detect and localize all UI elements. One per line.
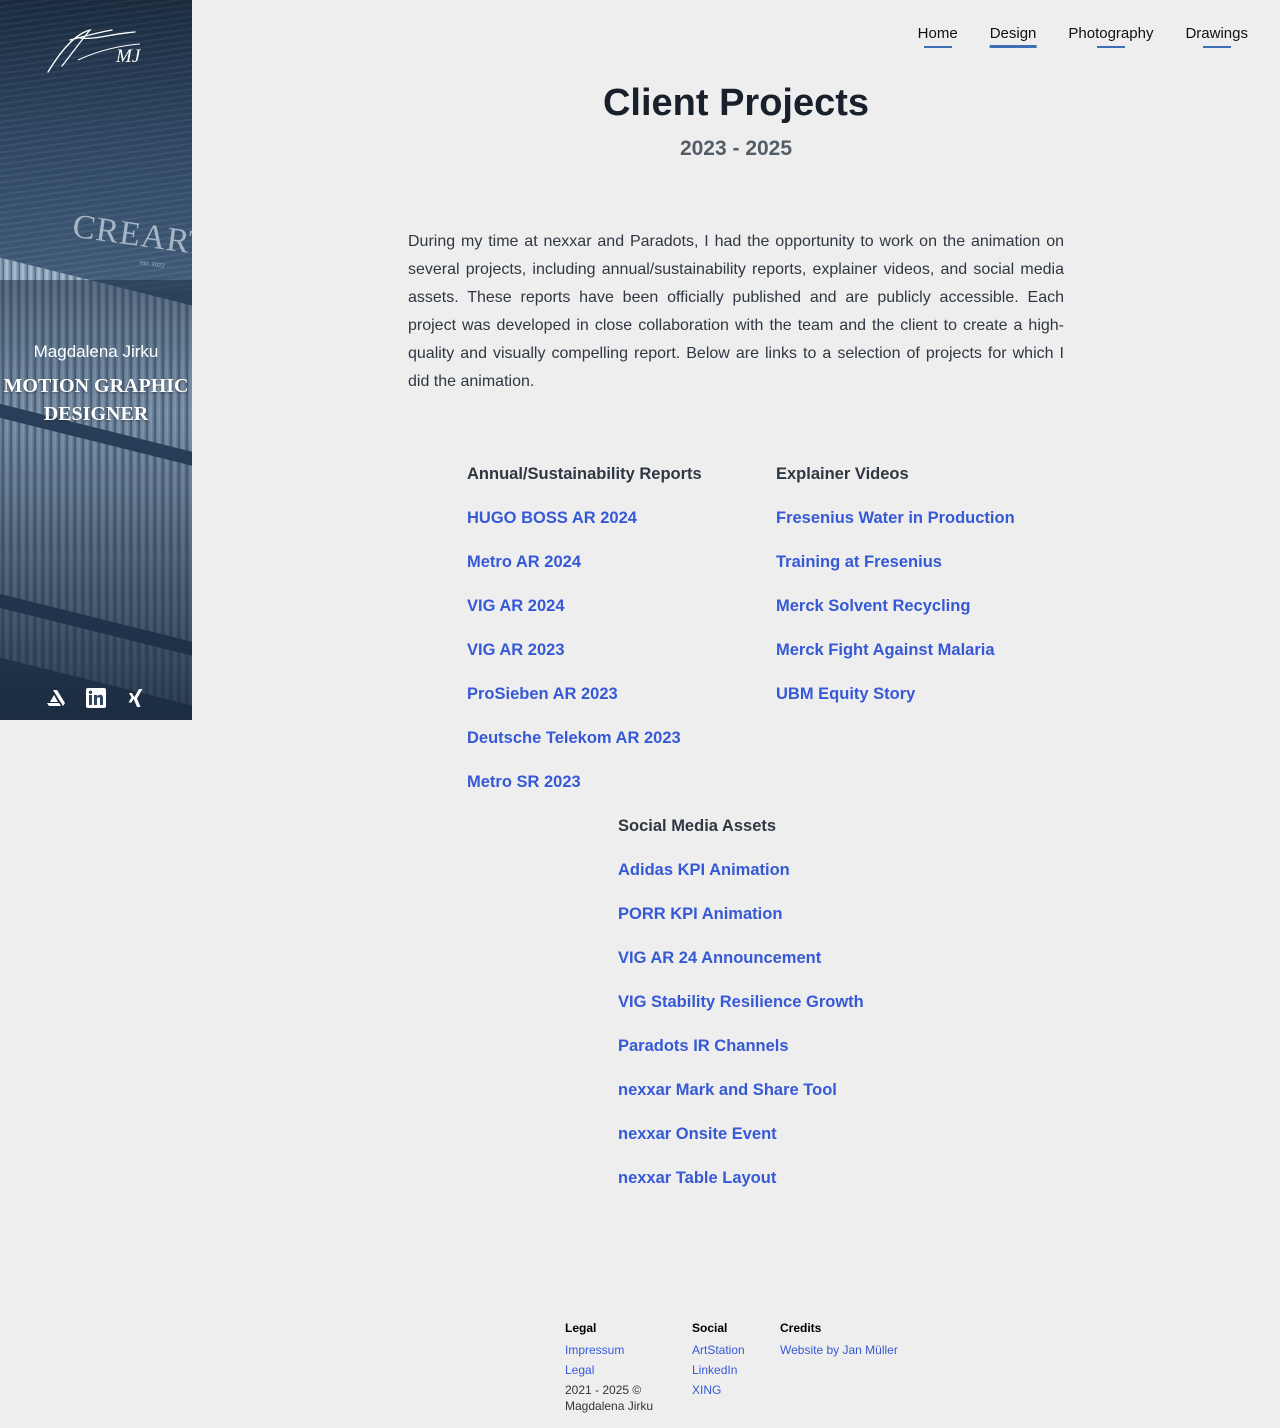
project-link[interactable]: nexxar Mark and Share Tool [618, 1078, 864, 1122]
footer-link-legal[interactable]: Legal [565, 1360, 692, 1380]
project-link[interactable]: UBM Equity Story [776, 682, 1015, 726]
footer-link-artstation[interactable]: ArtStation [692, 1340, 780, 1360]
project-link[interactable]: HUGO BOSS AR 2024 [467, 506, 702, 550]
designer-role-text: MOTION GRAPHIC DESIGNER [3, 375, 189, 425]
footer-link-impressum[interactable]: Impressum [565, 1340, 692, 1360]
project-link[interactable]: VIG AR 24 Announcement [618, 946, 864, 990]
copyright-text: 2021 - 2025 © Magdalena Jirku [565, 1383, 654, 1413]
nav-photography[interactable]: Photography [1068, 25, 1153, 48]
main-nav: Home Design Photography Drawings [918, 25, 1248, 48]
footer-credits-column: Credits Website by Jan Müller [780, 1320, 898, 1414]
project-link[interactable]: Fresenius Water in Production [776, 506, 1015, 550]
project-link[interactable]: PORR KPI Animation [618, 902, 864, 946]
project-link[interactable]: Deutsche Telekom AR 2023 [467, 726, 702, 770]
intro-paragraph: During my time at nexxar and Paradots, I… [408, 233, 1064, 390]
footer-social-column: Social ArtStation LinkedIn XING [692, 1320, 780, 1414]
project-link[interactable]: Metro SR 2023 [467, 770, 702, 814]
social-media-section: Social Media Assets Adidas KPI Animation… [618, 814, 864, 1210]
designer-role: MOTION GRAPHIC DESIGNER [0, 372, 192, 428]
reports-section: Annual/Sustainability Reports HUGO BOSS … [467, 462, 702, 814]
signature-logo[interactable]: MJ [40, 22, 150, 78]
nav-home[interactable]: Home [918, 25, 958, 48]
svg-text:MJ: MJ [115, 46, 142, 67]
sidebar: CREARTI est. 2022 MJ Magdalena Jirku MOT… [0, 0, 192, 720]
project-link[interactable]: nexxar Table Layout [618, 1166, 864, 1210]
footer-heading: Legal [565, 1321, 597, 1335]
xing-icon[interactable] [126, 687, 146, 709]
footer-heading: Social [692, 1321, 728, 1335]
project-link[interactable]: ProSieben AR 2023 [467, 682, 702, 726]
project-link[interactable]: nexxar Onsite Event [618, 1122, 864, 1166]
footer-legal-column: Legal Impressum Legal 2021 - 2025 © Magd… [565, 1320, 692, 1414]
sidebar-social-links [0, 687, 192, 709]
section-heading: Social Media Assets [618, 817, 777, 835]
section-heading: Annual/Sustainability Reports [467, 465, 702, 483]
footer-link-credits[interactable]: Website by Jan Müller [780, 1340, 898, 1360]
page-title: Client Projects [602, 82, 870, 124]
project-link[interactable]: Adidas KPI Animation [618, 858, 864, 902]
section-heading: Explainer Videos [776, 465, 909, 483]
project-link[interactable]: Merck Solvent Recycling [776, 594, 1015, 638]
project-link[interactable]: Merck Fight Against Malaria [776, 638, 1015, 682]
footer-link-xing[interactable]: XING [692, 1380, 780, 1400]
project-link[interactable]: VIG Stability Resilience Growth [618, 990, 864, 1034]
project-link[interactable]: VIG AR 2024 [467, 594, 702, 638]
project-link[interactable]: VIG AR 2023 [467, 638, 702, 682]
project-link[interactable]: Metro AR 2024 [467, 550, 702, 594]
footer: Legal Impressum Legal 2021 - 2025 © Magd… [565, 1320, 898, 1414]
project-link[interactable]: Paradots IR Channels [618, 1034, 864, 1078]
project-link[interactable]: Training at Fresenius [776, 550, 1015, 594]
nav-design[interactable]: Design [990, 25, 1037, 48]
videos-section: Explainer Videos Fresenius Water in Prod… [776, 462, 1015, 726]
page-subtitle: 2023 - 2025 [679, 137, 793, 160]
nav-drawings[interactable]: Drawings [1185, 25, 1248, 48]
footer-link-linkedin[interactable]: LinkedIn [692, 1360, 780, 1380]
footer-heading: Credits [780, 1321, 822, 1335]
designer-name: Magdalena Jirku [33, 342, 159, 361]
linkedin-icon[interactable] [86, 687, 106, 709]
artstation-icon[interactable] [46, 687, 66, 709]
